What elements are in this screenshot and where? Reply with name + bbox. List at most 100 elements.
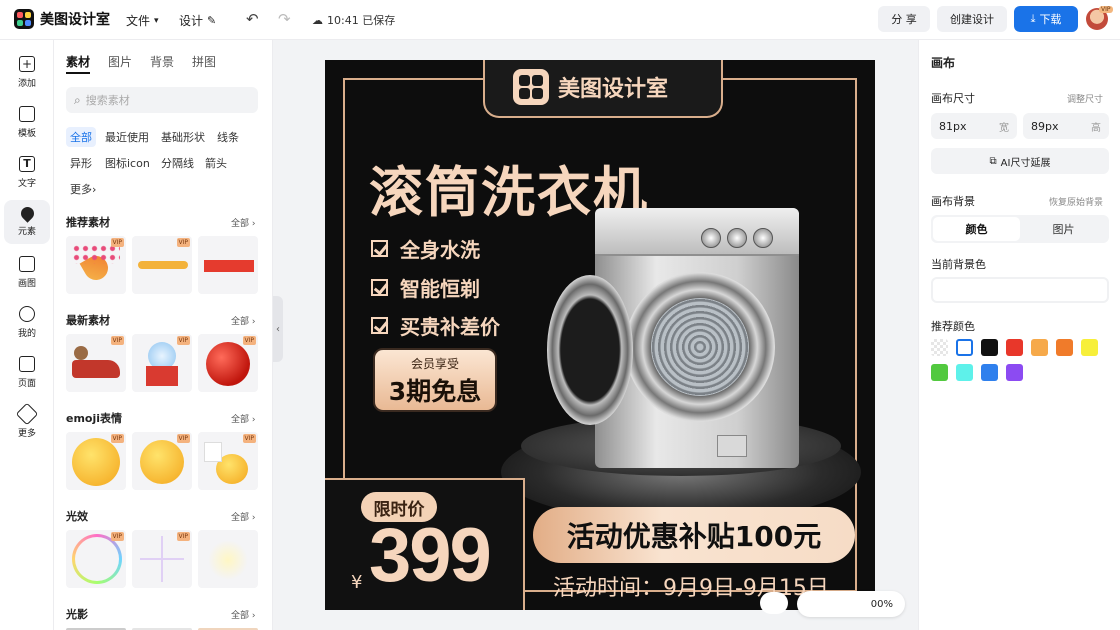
confetti-icon bbox=[72, 244, 120, 264]
installment-badge: 会员享受 3期免息 bbox=[373, 348, 497, 412]
rail-item-page[interactable]: 页面 bbox=[4, 350, 50, 394]
chevron-left-icon: ‹ bbox=[276, 323, 280, 335]
tab-image[interactable]: 图片 bbox=[108, 53, 132, 70]
asset-thumb-gift[interactable]: VIP bbox=[132, 334, 192, 392]
asset-panel: 素材 图片 背景 拼图 ⌕ 全部 最近使用 基础形状 线条 异形 图标icon … bbox=[54, 40, 273, 630]
swatch-transparent[interactable] bbox=[931, 339, 948, 356]
app-logo[interactable]: 美图设计室 bbox=[14, 9, 110, 29]
asset-thumb-apple[interactable]: VIP bbox=[198, 334, 258, 392]
section-all-link[interactable]: 全部 › bbox=[231, 412, 255, 425]
asset-thumb-emoji-paper[interactable]: VIP bbox=[198, 432, 258, 490]
tab-background[interactable]: 背景 bbox=[150, 53, 174, 70]
tab-material[interactable]: 素材 bbox=[66, 53, 90, 70]
resize-link[interactable]: 调整尺寸 bbox=[1067, 92, 1103, 105]
rail-item-text[interactable]: T 文字 bbox=[4, 150, 50, 194]
width-unit: 宽 bbox=[999, 122, 1009, 134]
tab-image[interactable]: 图片 bbox=[1020, 217, 1107, 241]
user-icon bbox=[19, 305, 35, 322]
swatch-orange[interactable] bbox=[1056, 339, 1073, 356]
width-input[interactable] bbox=[939, 119, 984, 133]
swatch-black[interactable] bbox=[981, 339, 998, 356]
design-menu[interactable]: 设计 ✎ bbox=[179, 12, 216, 29]
swatch-light-orange[interactable] bbox=[1031, 339, 1048, 356]
section-all-link[interactable]: 全部 › bbox=[231, 216, 255, 229]
all-label: 全部 bbox=[231, 513, 250, 523]
create-design-button[interactable]: 创建设计 bbox=[937, 6, 1007, 32]
swatch-cyan[interactable] bbox=[956, 364, 973, 381]
rail-item-add[interactable]: + 添加 bbox=[4, 50, 50, 94]
swatch-blue[interactable] bbox=[981, 364, 998, 381]
price-value: 399 bbox=[369, 513, 492, 598]
chip-dividers[interactable]: 分隔线 bbox=[157, 153, 198, 173]
rail-label: 模板 bbox=[17, 128, 36, 139]
swatch-green[interactable] bbox=[931, 364, 948, 381]
swatch-white[interactable] bbox=[956, 339, 973, 356]
washer-knob-icon bbox=[727, 228, 747, 248]
app-name: 美图设计室 bbox=[40, 12, 110, 28]
asset-thumb-confetti[interactable]: VIP bbox=[66, 236, 126, 294]
asset-thumb-bubble[interactable]: VIP bbox=[66, 530, 126, 588]
zoom-control-left[interactable] bbox=[760, 592, 788, 614]
vip-tag: VIP bbox=[242, 336, 256, 345]
download-button[interactable]: ⤓ 下载 bbox=[1014, 6, 1078, 32]
page-icon bbox=[19, 355, 35, 372]
rail-label: 文字 bbox=[17, 178, 36, 189]
chip-irregular[interactable]: 异形 bbox=[66, 153, 96, 173]
tab-collage[interactable]: 拼图 bbox=[192, 53, 216, 70]
file-menu[interactable]: 文件 ▾ bbox=[126, 12, 159, 29]
asset-thumb-sparkle[interactable]: VIP bbox=[132, 530, 192, 588]
zoom-indicator[interactable]: 00% bbox=[797, 591, 905, 617]
checkbox-icon bbox=[371, 317, 388, 334]
ai-extend-button[interactable]: ⧉ AI尺寸延展 bbox=[931, 148, 1109, 174]
redo-icon[interactable]: ↷ bbox=[278, 10, 291, 28]
swatch-red[interactable] bbox=[1006, 339, 1023, 356]
rail-item-template[interactable]: 模板 bbox=[4, 100, 50, 144]
restore-bg-link[interactable]: 恢复原始背景 bbox=[1049, 195, 1103, 208]
asset-thumb-stroke[interactable]: VIP bbox=[132, 236, 192, 294]
rail-item-more[interactable]: 更多 bbox=[4, 400, 50, 444]
vip-tag: VIP bbox=[176, 238, 190, 247]
chip-recent[interactable]: 最近使用 bbox=[101, 127, 153, 147]
save-status: ☁ 10:41 已保存 bbox=[312, 12, 395, 28]
search-box[interactable]: ⌕ bbox=[66, 87, 258, 113]
current-bg-color-field[interactable] bbox=[931, 277, 1109, 303]
height-field[interactable]: 高 bbox=[1023, 113, 1109, 139]
washer-drum bbox=[651, 298, 749, 396]
collapse-panel-handle[interactable]: ‹ bbox=[273, 296, 283, 362]
download-label: 下载 bbox=[1039, 13, 1062, 26]
chip-arrows[interactable]: 箭头 bbox=[201, 153, 231, 173]
share-button[interactable]: 分 享 bbox=[878, 6, 930, 32]
chip-basic-shapes[interactable]: 基础形状 bbox=[157, 127, 209, 147]
section-all-link[interactable]: 全部 › bbox=[231, 510, 255, 523]
asset-thumb-emoji-scared[interactable]: VIP bbox=[66, 432, 126, 490]
width-field[interactable]: 宽 bbox=[931, 113, 1017, 139]
search-input[interactable] bbox=[85, 93, 236, 107]
chip-icons[interactable]: 图标icon bbox=[101, 153, 154, 173]
properties-panel: 画布 画布尺寸 调整尺寸 宽 高 ⧉ AI尺寸延展 画布背景 恢复原始背景 颜色… bbox=[918, 40, 1120, 630]
washer-knob-icon bbox=[701, 228, 721, 248]
asset-thumb-emoji-thinking[interactable]: VIP bbox=[132, 432, 192, 490]
vip-tag: VIP bbox=[110, 336, 124, 345]
undo-icon[interactable]: ↶ bbox=[246, 10, 259, 28]
rail-item-draw[interactable]: 画图 bbox=[4, 250, 50, 294]
scared-emoji-icon bbox=[72, 438, 120, 486]
chip-all[interactable]: 全部 bbox=[66, 127, 96, 147]
design-canvas[interactable]: 美图设计室 滚筒洗衣机 全身水洗 智能恒剃 买贵补差价 会员享受 3期免息 限时… bbox=[325, 60, 875, 610]
section-all-link[interactable]: 全部 › bbox=[231, 608, 255, 621]
asset-thumb-glow[interactable] bbox=[198, 530, 258, 588]
all-label: 全部 bbox=[231, 219, 250, 229]
asset-thumb-redbar[interactable] bbox=[198, 236, 258, 294]
section-all-link[interactable]: 全部 › bbox=[231, 314, 255, 327]
tab-color[interactable]: 颜色 bbox=[933, 217, 1020, 241]
chip-lines[interactable]: 线条 bbox=[213, 127, 243, 147]
tab-underline bbox=[66, 72, 90, 74]
rail-item-mine[interactable]: 我的 bbox=[4, 300, 50, 344]
feature-text: 全身水洗 bbox=[400, 238, 480, 262]
chip-more[interactable]: 更多 › bbox=[66, 179, 100, 199]
rail-label: 更多 bbox=[17, 428, 36, 439]
swatch-yellow[interactable] bbox=[1081, 339, 1098, 356]
rail-item-element[interactable]: 元素 bbox=[4, 200, 50, 244]
asset-thumb-sleigh[interactable]: VIP bbox=[66, 334, 126, 392]
swatch-purple[interactable] bbox=[1006, 364, 1023, 381]
height-input[interactable] bbox=[1031, 119, 1076, 133]
